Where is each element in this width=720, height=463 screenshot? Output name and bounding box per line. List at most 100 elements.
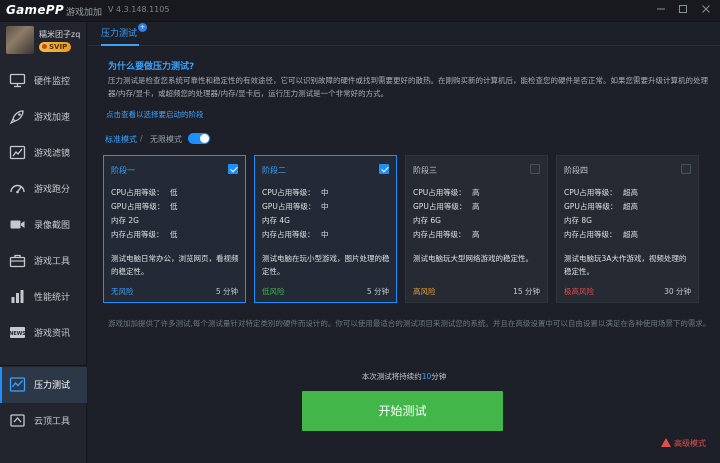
gpu-level: GPU占用等级：中 bbox=[262, 202, 329, 211]
news-icon: NEWS bbox=[9, 327, 26, 338]
stage-duration: 5 分钟 bbox=[215, 287, 238, 296]
cloud-tool-icon bbox=[10, 414, 25, 427]
stage-card-1[interactable]: 阶段一 CPU占用等级：低 GPU占用等级：低 内存 2G 内存占用等级：低 测… bbox=[103, 155, 246, 303]
warning-icon bbox=[661, 438, 671, 447]
toolbox-icon bbox=[9, 254, 26, 268]
stage-title: 阶段一 bbox=[111, 166, 135, 175]
svg-text:NEWS: NEWS bbox=[9, 331, 26, 337]
sidebar-item-label: 压力测试 bbox=[34, 381, 71, 391]
tab-badge: + bbox=[138, 23, 147, 32]
stage-checkbox[interactable] bbox=[681, 164, 691, 174]
sidebar-item-label: 游戏资讯 bbox=[34, 329, 71, 339]
sidebar-item-performance-stats[interactable]: 性能统计 bbox=[0, 279, 87, 315]
rocket-icon bbox=[9, 110, 24, 125]
sidebar-item-label: 性能统计 bbox=[34, 293, 71, 303]
stage-card-2[interactable]: 阶段二 CPU占用等级：中 GPU占用等级：中 内存 4G 内存占用等级：中 测… bbox=[254, 155, 397, 303]
stage-duration: 5 分钟 bbox=[366, 287, 389, 296]
select-stage-link[interactable]: 点击查看以选择要启动的阶段 bbox=[106, 109, 204, 120]
chart-icon bbox=[11, 290, 24, 303]
sidebar-divider bbox=[0, 365, 87, 366]
stage-title: 阶段二 bbox=[262, 166, 286, 175]
sidebar-item-label: 云顶工具 bbox=[34, 417, 71, 427]
gpu-level: GPU占用等级：低 bbox=[111, 202, 178, 211]
advanced-mode-link[interactable]: 高级模式 bbox=[661, 438, 706, 449]
sidebar: 糯米团子zq SVIP 硬件监控 游戏加速 游戏滤镜 游戏跑分 录像截图 游戏工… bbox=[0, 22, 87, 463]
memory-level: 内存占用等级：高 bbox=[413, 230, 480, 239]
stage-description: 测试电脑玩大型网络游戏的稳定性。 bbox=[413, 254, 533, 263]
section-heading: 为什么要做压力测试? bbox=[108, 62, 195, 72]
sidebar-item-label: 游戏加速 bbox=[34, 113, 71, 123]
start-test-button[interactable]: 开始测试 bbox=[302, 391, 503, 431]
risk-level: 无风险 bbox=[111, 287, 134, 296]
username: 糯米团子zq bbox=[39, 30, 81, 39]
sidebar-item-game-news[interactable]: NEWS 游戏资讯 bbox=[0, 315, 87, 351]
mode-toggle[interactable] bbox=[188, 133, 210, 144]
sidebar-item-label: 游戏工具 bbox=[34, 257, 71, 267]
memory-size: 内存 8G bbox=[564, 216, 592, 225]
video-camera-icon bbox=[10, 220, 25, 229]
cpu-level: CPU占用等级：低 bbox=[111, 188, 178, 197]
user-profile[interactable]: 糯米团子zq SVIP bbox=[0, 22, 87, 60]
sidebar-item-label: 硬件监控 bbox=[34, 77, 71, 87]
app-name: 游戏加加 bbox=[66, 8, 103, 18]
tab-underline bbox=[101, 44, 139, 46]
stage-checkbox[interactable] bbox=[228, 164, 238, 174]
avatar[interactable] bbox=[6, 26, 34, 54]
stage-checkbox[interactable] bbox=[379, 164, 389, 174]
stress-test-icon bbox=[9, 377, 26, 392]
infinite-mode-option[interactable]: 无限模式 bbox=[150, 134, 182, 145]
maximize-icon[interactable] bbox=[674, 2, 692, 20]
stage-duration: 30 分钟 bbox=[664, 287, 691, 296]
minimize-icon[interactable] bbox=[652, 2, 670, 20]
sidebar-item-game-boost[interactable]: 游戏加速 bbox=[0, 99, 87, 135]
sidebar-item-label: 录像截图 bbox=[34, 221, 71, 231]
standard-mode-option[interactable]: 标准模式 bbox=[105, 134, 137, 145]
stage-card-4[interactable]: 阶段四 CPU占用等级： 超高 GPU占用等级： 超高 内存 8G 内存占用等级：超… bbox=[556, 155, 699, 303]
memory-size: 内存 2G bbox=[111, 216, 139, 225]
stage-duration: 15 分钟 bbox=[513, 287, 540, 296]
stage-checkbox[interactable] bbox=[530, 164, 540, 174]
svip-badge: SVIP bbox=[39, 42, 72, 52]
app-logo: GamePP bbox=[6, 3, 64, 17]
memory-size: 内存 6G bbox=[413, 216, 441, 225]
tab-stress-test[interactable]: 压力测试 bbox=[101, 26, 137, 39]
memory-level: 内存占用等级：中 bbox=[262, 230, 329, 239]
stage-description: 测试电脑玩3A大作游戏，视频处理的稳定性。 bbox=[564, 254, 687, 276]
gpu-level: GPU占用等级：高 bbox=[413, 202, 480, 211]
sidebar-item-recording[interactable]: 录像截图 bbox=[0, 207, 87, 243]
sidebar-item-game-filter[interactable]: 游戏滤镜 bbox=[0, 135, 87, 171]
cpu-level: CPU占用等级：中 bbox=[262, 188, 329, 197]
speedometer-icon bbox=[10, 184, 25, 194]
main-panel: 压力测试 + 为什么要做压力测试? 压力测试是检查您系统可靠性和稳定性的有效途径… bbox=[88, 22, 720, 463]
stage-title: 阶段四 bbox=[564, 166, 588, 175]
gpu-level: GPU占用等级： 超高 bbox=[564, 202, 638, 211]
stage-description: 测试电脑在玩小型游戏，图片处理的稳定性。 bbox=[262, 254, 390, 276]
risk-level: 高风险 bbox=[413, 287, 436, 296]
footer-note: 游戏加加提供了许多测试,每个测试量针对特定类别的硬件而设计的。你可以使用最适合的… bbox=[108, 319, 711, 328]
memory-size: 内存 4G bbox=[262, 216, 290, 225]
app-version: V 4.3.148.1105 bbox=[108, 5, 170, 14]
sidebar-item-cloud-tools[interactable]: 云顶工具 bbox=[0, 403, 87, 439]
sidebar-item-game-tools[interactable]: 游戏工具 bbox=[0, 243, 87, 279]
stage-title: 阶段三 bbox=[413, 166, 437, 175]
mode-separator: / bbox=[140, 134, 143, 143]
risk-level: 低风险 bbox=[262, 287, 285, 296]
memory-level: 内存占用等级：低 bbox=[111, 230, 178, 239]
stage-card-3[interactable]: 阶段三 CPU占用等级：高 GPU占用等级：高 内存 6G 内存占用等级：高 测… bbox=[405, 155, 548, 303]
tab-bar: 压力测试 + bbox=[88, 22, 720, 46]
cpu-level: CPU占用等级： 超高 bbox=[564, 188, 638, 197]
sidebar-item-benchmark[interactable]: 游戏跑分 bbox=[0, 171, 87, 207]
risk-level: 极高风险 bbox=[564, 287, 594, 296]
close-icon[interactable] bbox=[697, 2, 715, 20]
sidebar-item-stress-test[interactable]: 压力测试 bbox=[0, 367, 87, 403]
memory-level: 内存占用等级： 超高 bbox=[564, 230, 638, 239]
sidebar-item-hardware-monitor[interactable]: 硬件监控 bbox=[0, 63, 87, 99]
total-duration: 本次测试将持续约10分钟 bbox=[361, 372, 447, 381]
hardware-monitor-icon bbox=[9, 73, 26, 88]
title-bar: GamePP 游戏加加 V 4.3.148.1105 bbox=[0, 0, 720, 22]
sidebar-item-label: 游戏滤镜 bbox=[34, 149, 71, 159]
stage-description: 测试电脑日常办公，浏览网页，看视频的稳定性。 bbox=[111, 254, 239, 276]
intro-paragraph: 压力测试是检查您系统可靠性和稳定性的有效途径，它可以识别故障的硬件或找到需要更好… bbox=[108, 76, 708, 98]
cpu-level: CPU占用等级：高 bbox=[413, 188, 480, 197]
filter-icon bbox=[9, 145, 26, 160]
